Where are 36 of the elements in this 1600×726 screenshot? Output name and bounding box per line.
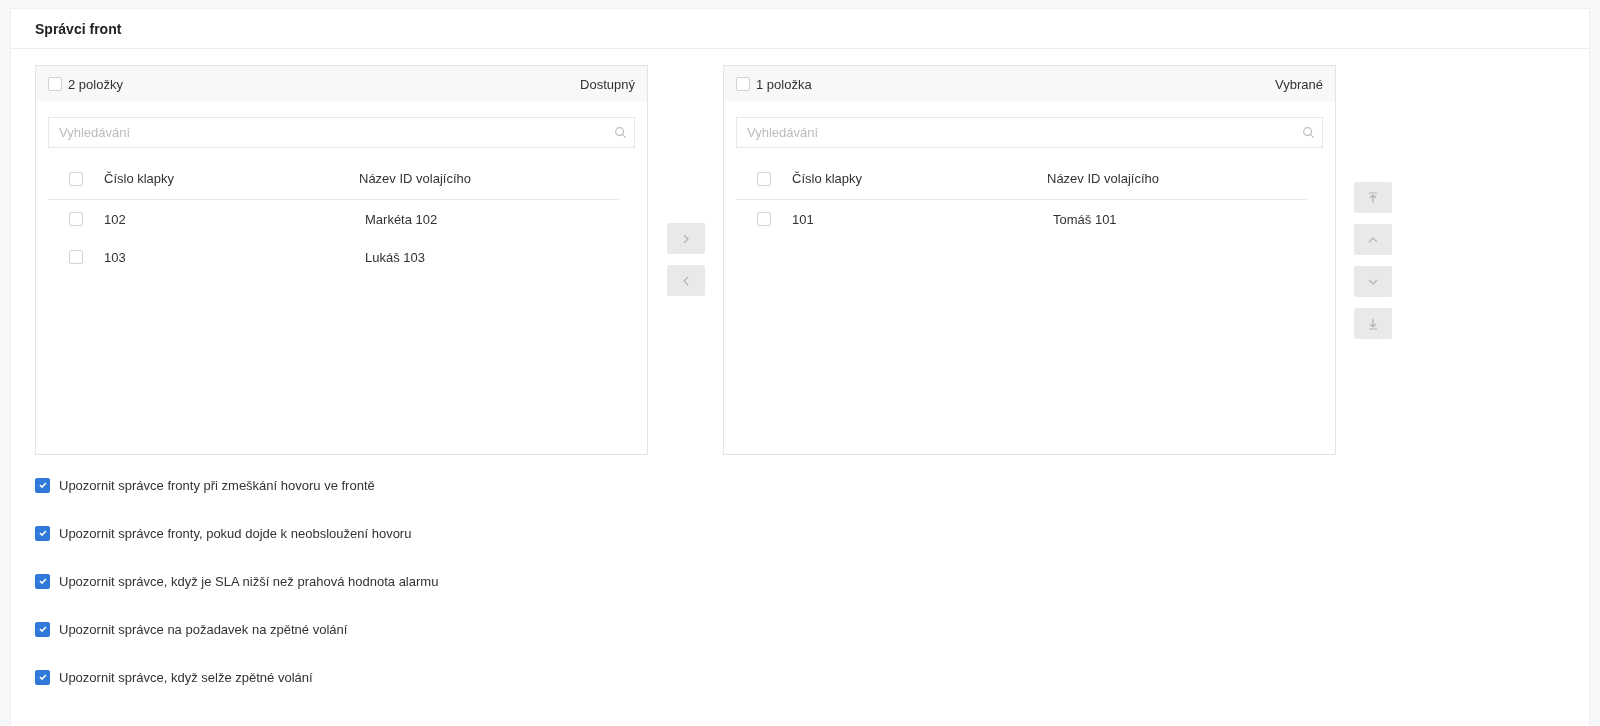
- checkbox-label: Upozornit správce fronty při zmeškání hovoru ve frontě: [59, 477, 375, 493]
- checkbox[interactable]: [35, 621, 50, 637]
- checkbox[interactable]: [35, 669, 50, 685]
- checkbox-label: Upozornit správce, když je SLA nižší než prahová hodnota alarmu: [59, 573, 439, 589]
- checkmark-icon: [37, 672, 48, 682]
- search-icon: [614, 126, 627, 139]
- column-header: Číslo klapky: [792, 171, 864, 186]
- item-count: 2 položky: [68, 76, 124, 92]
- panel-title: Vybrané: [1275, 76, 1323, 92]
- item-count: 1 položka: [756, 76, 813, 92]
- checkbox-label: Upozornit správce na požadavek na zpětné volání: [59, 621, 348, 637]
- checkmark-icon: [37, 576, 48, 586]
- search-icon: [1302, 126, 1315, 139]
- checkbox[interactable]: [35, 525, 50, 541]
- section-title: Správci front: [35, 20, 122, 37]
- table-cell-text: Tomáš 101: [1052, 211, 1117, 227]
- checkbox-label: Upozornit správce, když selže zpětné volání: [59, 669, 313, 685]
- checkmark-icon: [37, 624, 48, 634]
- table-cell-text: 101: [792, 211, 815, 227]
- arrow-top-icon: [1366, 190, 1380, 205]
- table-cell-text: Lukáš 103: [364, 249, 425, 265]
- search-field[interactable]: Vyhledávání: [48, 117, 635, 148]
- panel-title: Dostupný: [580, 76, 635, 92]
- table-cell-text: 103: [104, 249, 127, 265]
- table-cell-text: Markéta 102: [364, 211, 438, 227]
- column-header: Název ID volajícího: [1047, 171, 1159, 186]
- checkbox[interactable]: [35, 573, 50, 589]
- arrow-bottom-icon: [1366, 316, 1380, 331]
- table-cell-text: 102: [104, 211, 127, 227]
- search-field[interactable]: Vyhledávání: [736, 117, 1323, 148]
- checkbox-label: Upozornit správce fronty, pokud dojde k neobsloužení hovoru: [59, 525, 412, 541]
- checkbox[interactable]: [35, 477, 50, 493]
- checkmark-icon: [37, 480, 48, 490]
- checkmark-icon: [37, 528, 48, 538]
- column-header: Číslo klapky: [104, 171, 176, 186]
- column-header: Název ID volajícího: [359, 171, 471, 186]
